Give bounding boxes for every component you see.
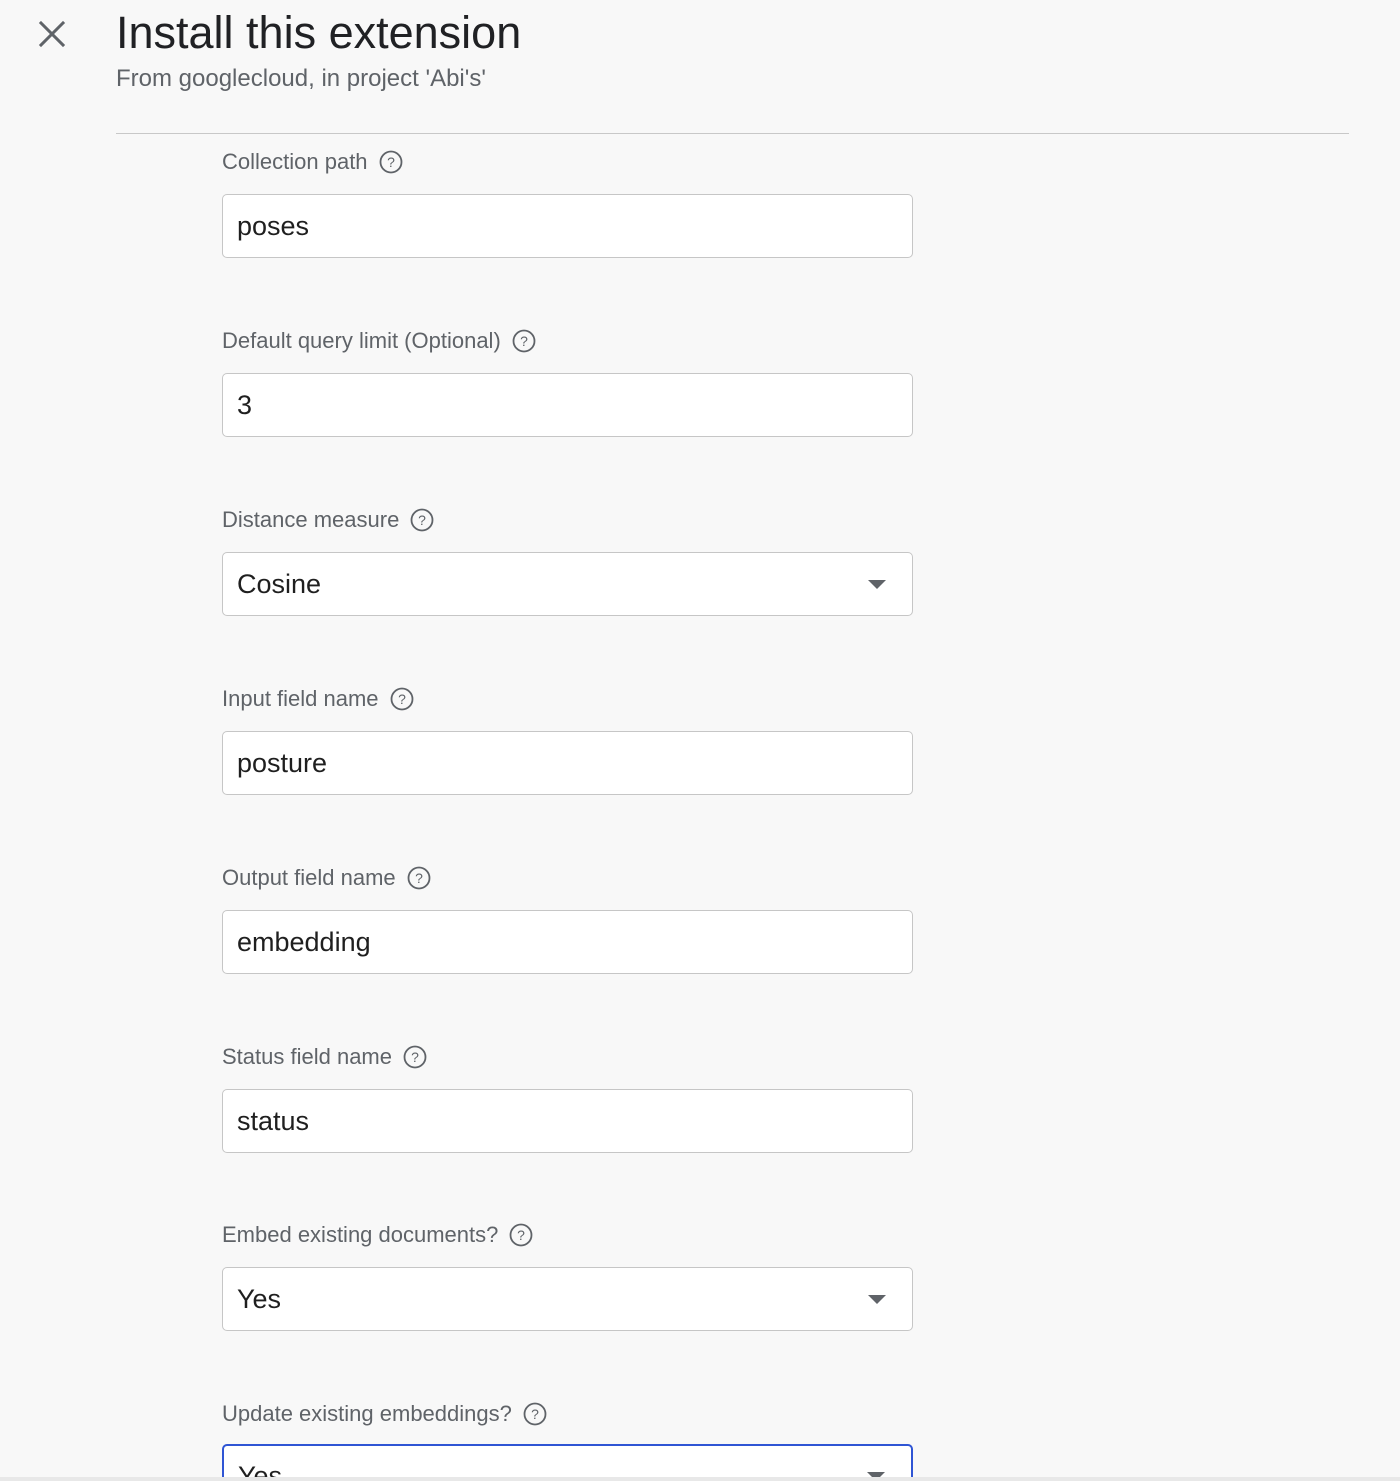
default-query-limit-input[interactable]: 3 <box>222 373 913 437</box>
status-field-name-input[interactable]: status <box>222 1089 913 1153</box>
svg-text:?: ? <box>398 691 406 707</box>
field-collection-path: Collection path ? poses <box>222 147 914 258</box>
svg-text:?: ? <box>517 1227 525 1243</box>
select-value: Cosine <box>237 568 322 599</box>
field-embed-existing-documents: Embed existing documents? ? Yes <box>222 1220 914 1331</box>
field-input-field-name: Input field name ? posture <box>222 684 914 795</box>
svg-text:?: ? <box>387 154 395 170</box>
dropdown-arrow-icon <box>868 579 886 589</box>
help-icon[interactable]: ? <box>406 865 432 891</box>
select-value: Yes <box>237 1283 282 1314</box>
header-divider <box>116 133 1349 134</box>
field-label: Default query limit (Optional) <box>222 328 501 353</box>
svg-text:?: ? <box>411 1049 419 1065</box>
close-button[interactable] <box>28 10 76 58</box>
field-update-existing-embeddings: Update existing embeddings? ? Yes <box>222 1399 914 1481</box>
field-label: Collection path <box>222 149 368 174</box>
input-field-name-input[interactable]: posture <box>222 731 913 795</box>
input-value: embedding <box>237 926 371 957</box>
field-default-query-limit: Default query limit (Optional) ? 3 <box>222 326 914 437</box>
svg-text:?: ? <box>520 333 528 349</box>
distance-measure-select[interactable]: Cosine <box>222 552 913 616</box>
install-extension-page: Install this extension From googlecloud,… <box>0 0 1400 1481</box>
page-title: Install this extension <box>116 7 522 58</box>
dropdown-arrow-icon <box>868 1294 886 1304</box>
input-value: status <box>237 1105 310 1136</box>
close-icon <box>38 20 66 48</box>
update-existing-embeddings-select[interactable]: Yes <box>222 1444 913 1481</box>
field-label: Update existing embeddings? <box>222 1401 512 1426</box>
field-status-field-name: Status field name ? status <box>222 1042 914 1153</box>
field-label: Status field name <box>222 1044 392 1069</box>
collection-path-input[interactable]: poses <box>222 194 913 258</box>
svg-text:?: ? <box>531 1406 539 1422</box>
page-subtitle: From googlecloud, in project 'Abi's' <box>116 65 486 92</box>
field-output-field-name: Output field name ? embedding <box>222 863 914 974</box>
field-label: Distance measure <box>222 507 400 532</box>
output-field-name-input[interactable]: embedding <box>222 910 913 974</box>
help-icon[interactable]: ? <box>511 328 537 354</box>
input-value: poses <box>237 210 310 241</box>
field-label: Output field name <box>222 865 396 890</box>
svg-text:?: ? <box>415 870 423 886</box>
field-distance-measure: Distance measure ? Cosine <box>222 505 914 616</box>
help-icon[interactable]: ? <box>402 1044 428 1070</box>
bottom-edge <box>0 1477 1400 1481</box>
help-icon[interactable]: ? <box>378 149 404 175</box>
svg-text:?: ? <box>418 512 426 528</box>
input-value: posture <box>237 747 328 778</box>
field-label: Embed existing documents? <box>222 1222 499 1247</box>
embed-existing-documents-select[interactable]: Yes <box>222 1267 913 1331</box>
field-label: Input field name <box>222 686 379 711</box>
help-icon[interactable]: ? <box>409 507 435 533</box>
help-icon[interactable]: ? <box>522 1401 548 1427</box>
input-value: 3 <box>237 389 253 420</box>
help-icon[interactable]: ? <box>508 1222 534 1248</box>
help-icon[interactable]: ? <box>389 686 415 712</box>
